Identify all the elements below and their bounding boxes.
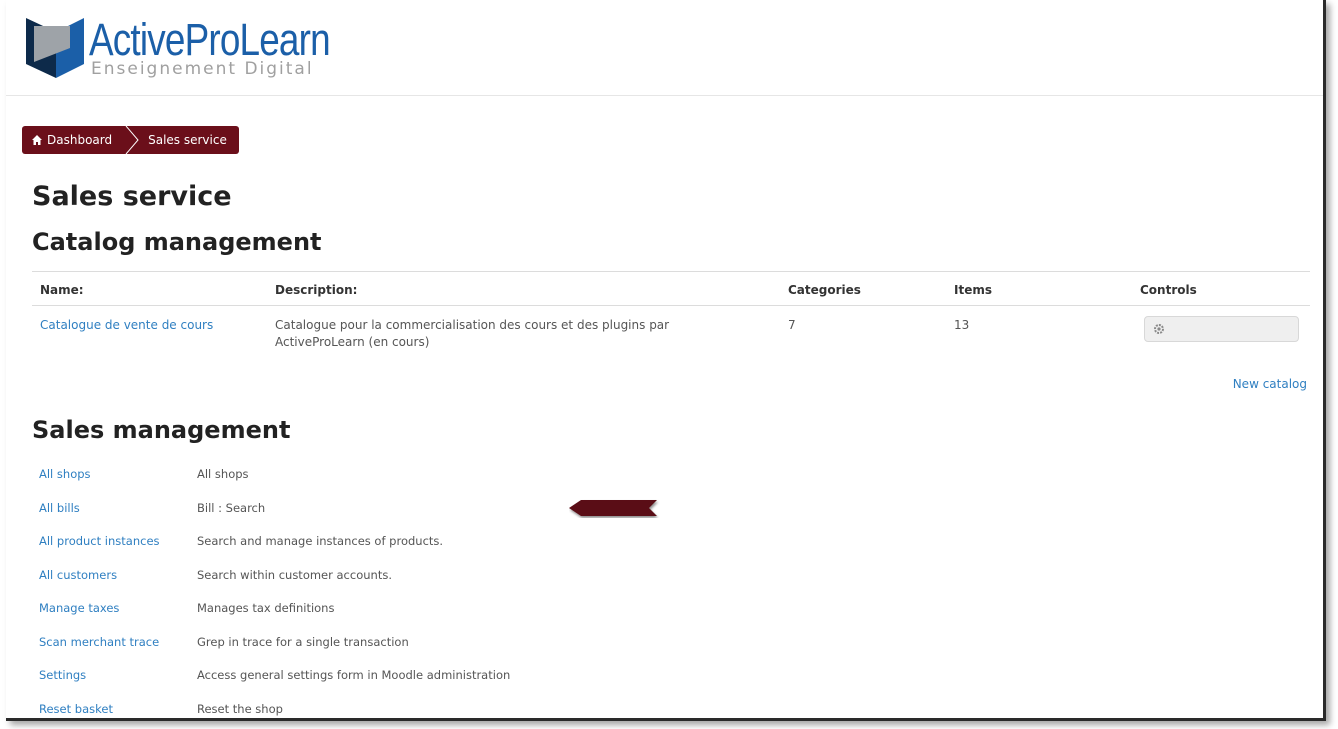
new-catalog-link[interactable]: New catalog [1233,377,1307,391]
sales-link-all-customers[interactable]: All customers [39,568,117,582]
breadcrumb: Dashboard Sales service [22,126,239,154]
sales-link-scan-merchant-trace[interactable]: Scan merchant trace [39,635,159,649]
sales-link-manage-taxes[interactable]: Manage taxes [39,601,119,615]
breadcrumb-sales-service-label: Sales service [148,133,227,147]
catalog-categories-count: 7 [788,318,796,332]
breadcrumb-dashboard[interactable]: Dashboard [32,133,112,147]
page-title: Sales service [32,181,232,212]
list-item: All product instances Search and manage … [39,534,739,568]
sales-desc: Bill : Search [197,500,266,515]
column-header-categories: Categories [788,283,861,297]
list-item: Manage taxes Manages tax definitions [39,601,739,635]
logo-tagline: Enseignement Digital [91,59,314,79]
catalog-items-count: 13 [954,318,970,332]
table-header: Name: Description: Categories Items Cont… [32,271,1310,306]
catalog-name-link[interactable]: Catalogue de vente de cours [40,317,213,334]
sales-desc: Search and manage instances of products. [197,534,444,548]
arrow-marker-icon [569,500,657,516]
column-header-items: Items [954,283,992,297]
sales-link-all-shops[interactable]: All shops [39,467,91,481]
logo-mark-icon [26,18,84,78]
sales-link-settings[interactable]: Settings [39,668,86,682]
sales-desc: Manages tax definitions [197,601,335,615]
catalog-controls-button[interactable] [1144,316,1299,342]
list-item: All shops All shops [39,467,739,501]
sales-link-all-bills[interactable]: All bills [39,501,80,515]
site-logo[interactable]: ActiveProLearn Enseignement Digital [26,14,331,86]
sales-link-reset-basket[interactable]: Reset basket [39,702,113,716]
breadcrumb-dashboard-label: Dashboard [47,133,113,147]
breadcrumb-separator-icon [124,126,142,154]
site-header: ActiveProLearn Enseignement Digital [6,0,1323,96]
breadcrumb-sales-service[interactable]: Sales service [148,133,227,147]
list-item: Settings Access general settings form in… [39,668,739,702]
sales-heading: Sales management [32,416,291,444]
list-item: Scan merchant trace Grep in trace for a … [39,635,739,669]
sales-desc: Grep in trace for a single transaction [197,634,409,649]
sales-desc: Search within customer accounts. [197,567,392,582]
sales-desc: Reset the shop [197,701,283,716]
column-header-name: Name: [40,283,84,297]
column-header-description: Description: [275,283,358,297]
column-header-controls: Controls [1140,283,1197,297]
sales-desc: All shops [197,467,249,481]
sales-link-all-product-instances[interactable]: All product instances [39,534,160,548]
catalog-heading: Catalog management [32,228,322,256]
gear-icon [1154,324,1164,334]
page-frame: ActiveProLearn Enseignement Digital Dash… [6,0,1326,721]
list-item: Reset basket Reset the shop [39,702,739,729]
home-icon [32,135,42,145]
table-row: Catalogue de vente de cours Catalogue po… [32,306,1310,368]
catalog-table: Name: Description: Categories Items Cont… [32,271,1310,368]
sales-desc: Access general settings form in Moodle a… [197,668,511,682]
list-item: All customers Search within customer acc… [39,568,739,602]
catalog-description: Catalogue pour la commercialisation des … [275,318,670,349]
